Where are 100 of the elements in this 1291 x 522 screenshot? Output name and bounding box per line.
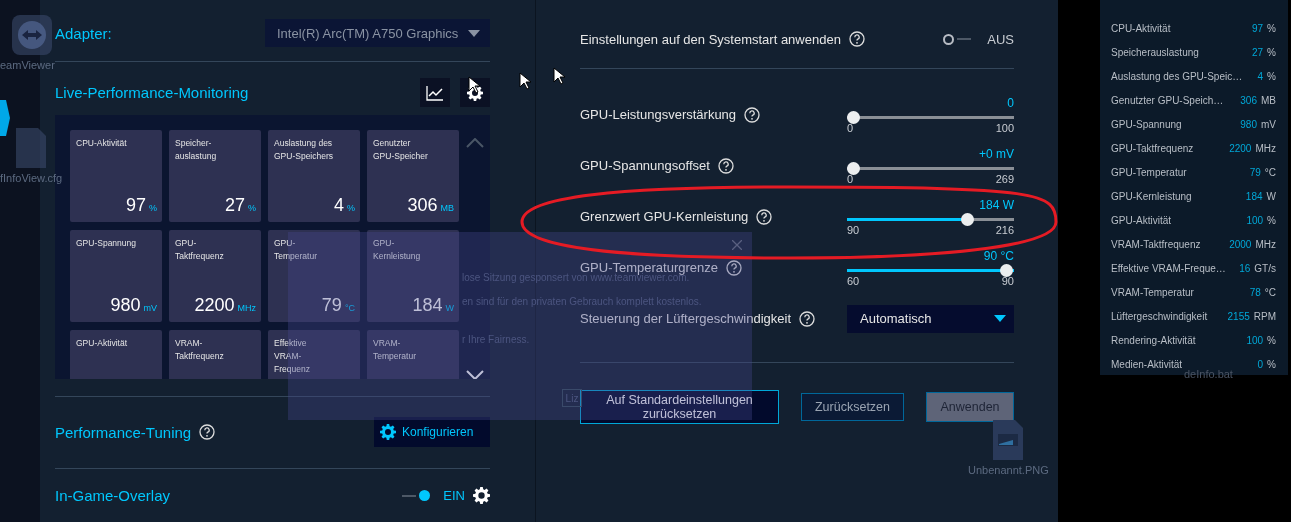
adapter-label: Adapter:: [55, 24, 112, 42]
slider-value: 90 °C: [982, 248, 1014, 264]
metric-unit: GT/s: [1254, 262, 1276, 274]
metric-value: 184: [412, 295, 443, 316]
metric-value: 16: [1239, 262, 1251, 274]
metric-unit: %: [149, 203, 157, 214]
metric-label: CPU-Aktivität: [76, 137, 128, 151]
cursor-icon: [553, 67, 565, 85]
metric-label: GPU-Taktfrequenz: [1111, 142, 1194, 154]
setting-label: Steuerung der Lüftergeschwindigkeit: [580, 311, 792, 326]
setting-label: GPU-Temperaturgrenze: [580, 260, 718, 275]
nav-tab-marker[interactable]: [0, 100, 10, 136]
gear-icon[interactable]: [473, 487, 490, 504]
metric-label: GPU-Aktivität: [76, 337, 128, 351]
file-label[interactable]: eamViewer: [0, 59, 55, 71]
slider-thumb[interactable]: [961, 212, 975, 226]
metric-unit: MHz: [1255, 238, 1276, 250]
metric-value: 0: [1257, 358, 1264, 370]
chevron-up-icon[interactable]: [465, 138, 484, 149]
metric-value: 78: [1249, 286, 1261, 298]
image-file-icon[interactable]: [993, 420, 1024, 460]
chart-button[interactable]: [420, 78, 450, 108]
gear-icon: [380, 424, 396, 441]
file-label[interactable]: Unbenannt.PNG: [968, 464, 1049, 476]
metric-label: Genutzter GPU-Speicher: [373, 137, 429, 164]
metric-label: Effektive VRAM-Freque…: [1111, 262, 1226, 274]
slider-value: +0 mV: [978, 146, 1014, 162]
metric-label: GPU- Kernleistung: [373, 237, 422, 264]
metric-unit: %: [1267, 214, 1276, 226]
metric-label: GPU- Temperatur: [274, 237, 318, 264]
line-chart-icon: [426, 84, 444, 101]
metric-value: 79: [321, 295, 342, 316]
caret-icon: [468, 29, 480, 37]
slider-thumb[interactable]: [847, 161, 860, 175]
help-icon[interactable]: [744, 106, 761, 123]
setting-label: Einstellungen auf den Systemstart anwenden: [580, 31, 841, 47]
metric-value: 27: [1251, 46, 1264, 58]
metric-label: VRAM-Temperatur: [1111, 286, 1194, 298]
metric-unit: %: [347, 203, 355, 214]
metric-label: Rendering-Aktivität: [1111, 334, 1196, 346]
metric-unit: W: [445, 303, 454, 314]
metric-value: 980: [1240, 118, 1257, 130]
toggle-state: EIN: [443, 488, 465, 503]
cursor-icon: [468, 76, 480, 94]
caret-icon: [994, 315, 1006, 322]
metric-value: 97: [125, 195, 146, 216]
metric-value: 100: [1246, 214, 1264, 226]
metric-unit: MHz: [1255, 142, 1276, 154]
metric-label: Auslastung des GPU-Speic…: [1111, 70, 1243, 82]
help-icon[interactable]: [717, 157, 734, 174]
metric-value: 100: [1246, 334, 1264, 346]
metric-unit: MB: [440, 203, 454, 214]
slider-max: 90: [1001, 274, 1014, 287]
slider-max: 269: [995, 172, 1014, 185]
metric-unit: %: [1267, 334, 1276, 346]
section-title: In-Game-Overlay: [55, 487, 171, 504]
metric-value: 27: [224, 195, 245, 216]
action-button[interactable]: Zurücksetzen: [801, 393, 904, 421]
metric-unit: W: [1266, 190, 1276, 202]
slider-value: 184 W: [978, 197, 1014, 213]
fan-mode-dropdown[interactable]: Automatisch: [847, 304, 1014, 333]
file-label[interactable]: fInfoView.cfg: [0, 172, 63, 184]
metric-label: VRAM-Taktfrequenz: [1111, 238, 1201, 250]
configure-button[interactable]: Konfigurieren: [374, 417, 490, 448]
metric-value: 2200: [1229, 142, 1252, 154]
help-icon[interactable]: [726, 259, 742, 276]
metric-unit: mV: [143, 303, 157, 314]
toggle-state: AUS: [987, 31, 1014, 47]
setting-label: GPU-Spannungsoffset: [580, 158, 710, 173]
adapter-dropdown[interactable]: Intel(R) Arc(TM) A750 Graphics: [265, 19, 490, 48]
slider-min: 90: [847, 223, 860, 236]
help-icon[interactable]: [199, 424, 216, 441]
metric-unit: °C: [344, 303, 355, 314]
metric-label: GPU-Aktivität: [1111, 214, 1171, 226]
help-icon[interactable]: [848, 31, 865, 47]
slider-thumb[interactable]: [1000, 263, 1013, 277]
slider-thumb[interactable]: [847, 110, 860, 124]
slider-max: 100: [995, 121, 1014, 134]
slider-min: 0: [847, 172, 854, 185]
metric-unit: MHz: [237, 303, 256, 314]
metric-value: 306: [1240, 94, 1257, 106]
metric-label: Speicherauslastung: [1111, 46, 1199, 58]
metric-label: Speicher- auslastung: [175, 137, 218, 164]
metric-unit: %: [1267, 22, 1276, 34]
metric-label: Effektive VRAM- Frequenz: [274, 337, 311, 377]
metric-label: Genutzter GPU-Speich…: [1111, 94, 1224, 106]
metric-unit: MB: [1261, 94, 1276, 106]
metric-unit: %: [1267, 70, 1276, 82]
help-icon[interactable]: [756, 208, 773, 225]
metric-label: Auslastung des GPU-Speichers: [274, 137, 335, 164]
action-button[interactable]: Auf Standardeinstellungen zurücksetzen: [580, 390, 779, 424]
file-label[interactable]: deInfo.bat: [1184, 368, 1233, 380]
action-button[interactable]: Anwenden: [926, 392, 1014, 422]
chevron-down-icon[interactable]: [465, 370, 484, 379]
metric-label: GPU-Spannung: [76, 237, 137, 251]
metric-value: 2000: [1229, 238, 1252, 250]
metric-label: GPU- Taktfrequenz: [175, 237, 225, 264]
section-title: Live-Performance-Monitoring: [55, 84, 249, 102]
help-icon[interactable]: [799, 310, 816, 327]
metric-value: 97: [1251, 22, 1264, 34]
